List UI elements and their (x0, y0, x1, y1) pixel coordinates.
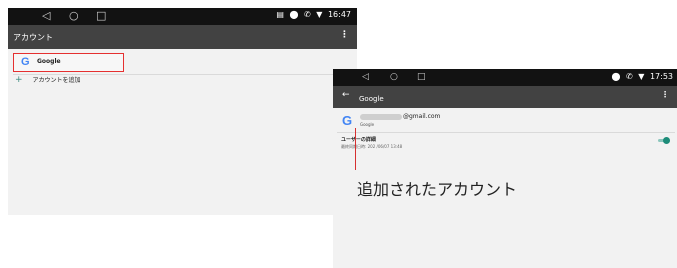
account-type: Google (360, 122, 375, 127)
plus-icon: + (15, 75, 23, 85)
overflow-menu-icon[interactable]: ⋮ (340, 30, 349, 40)
phone-icon: ✆ (303, 10, 311, 19)
status-bar: ⬤ ✆ ▼ 17:53 (608, 72, 673, 81)
wifi-icon: ▼ (638, 72, 645, 81)
sync-toggle[interactable] (658, 137, 670, 144)
wifi-icon: ▼ (316, 10, 323, 19)
home-nav-icon[interactable]: ○ (390, 71, 398, 83)
right-screen: ◁ ○ □ ⬤ ✆ ▼ 17:53 ← Google ⋮ G @gmail.co… (333, 69, 677, 268)
page-title: Google (359, 95, 384, 103)
navigation-bar: ◁ ○ □ ▤ ⬤ ✆ ▼ 16:47 (8, 8, 357, 25)
google-account-item[interactable]: G Google (13, 53, 124, 72)
navigation-bar: ◁ ○ □ ⬤ ✆ ▼ 17:53 (333, 69, 677, 86)
account-email: @gmail.com (360, 113, 440, 120)
google-logo-icon: G (342, 113, 353, 128)
status-time: 17:53 (649, 72, 673, 81)
location-icon: ⬤ (611, 72, 621, 81)
nfc-icon: ▤ (276, 10, 284, 19)
recents-nav-icon[interactable]: □ (96, 9, 106, 23)
google-logo-icon: G (21, 56, 30, 68)
divider (337, 132, 675, 133)
back-nav-icon[interactable]: ◁ (42, 9, 50, 23)
add-account-label: アカウントを追加 (32, 77, 81, 84)
add-account-item[interactable]: + アカウントを追加 (15, 75, 80, 85)
back-arrow-icon[interactable]: ← (342, 90, 350, 100)
email-domain: @gmail.com (403, 113, 441, 120)
sync-item-title[interactable]: ユーザーの詳細 (341, 136, 376, 143)
sync-item-timestamp: 最終同期日時: 202 /06/07 13:48 (341, 144, 403, 149)
left-screen: ◁ ○ □ ▤ ⬤ ✆ ▼ 16:47 アカウント ⋮ G Google + ア… (8, 8, 357, 215)
home-nav-icon[interactable]: ○ (69, 9, 79, 23)
phone-icon: ✆ (625, 72, 633, 81)
status-time: 16:47 (327, 10, 351, 19)
app-bar: アカウント ⋮ (8, 25, 357, 49)
account-label: Google (37, 58, 61, 65)
location-icon: ⬤ (289, 10, 299, 19)
annotation-pointer-line (355, 128, 356, 170)
overflow-menu-icon[interactable]: ⋮ (661, 90, 669, 99)
status-bar: ▤ ⬤ ✆ ▼ 16:47 (273, 10, 351, 19)
back-nav-icon[interactable]: ◁ (362, 71, 369, 83)
redacted-email (360, 113, 402, 120)
toggle-thumb (663, 137, 670, 144)
page-title: アカウント (13, 33, 53, 42)
recents-nav-icon[interactable]: □ (417, 71, 426, 83)
app-bar: ← Google ⋮ (333, 86, 677, 108)
annotation-caption: 追加されたアカウント (357, 180, 518, 199)
